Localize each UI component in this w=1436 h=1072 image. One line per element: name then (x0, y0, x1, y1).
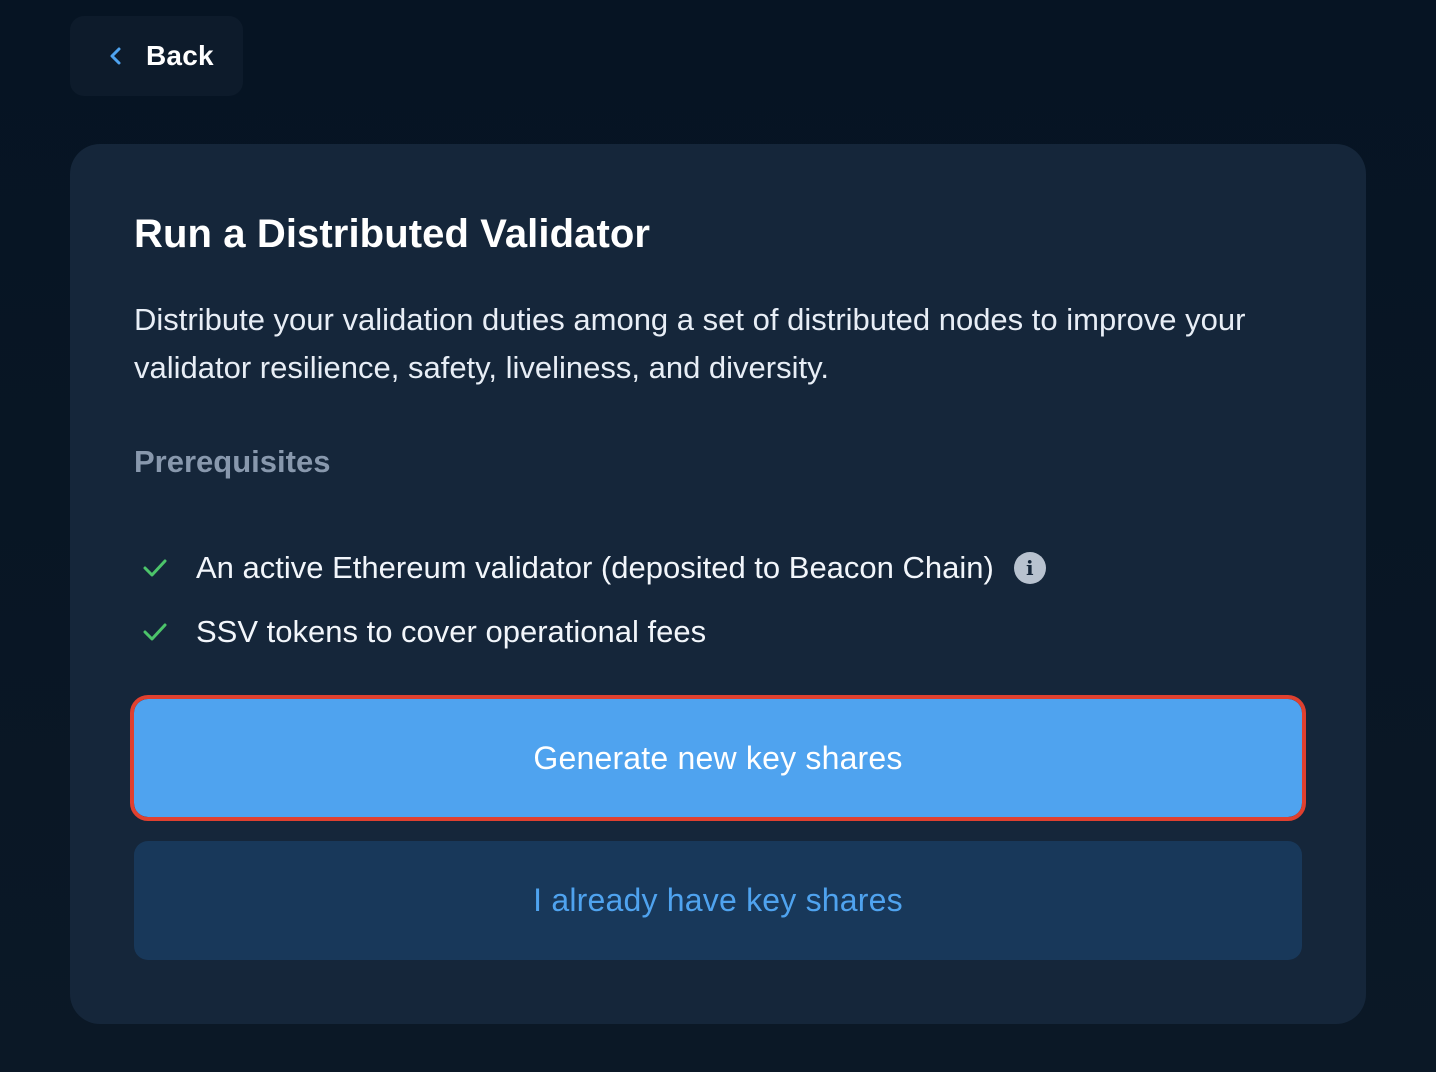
generate-key-shares-button[interactable]: Generate new key shares (130, 695, 1306, 821)
chevron-left-icon (106, 46, 126, 66)
prerequisite-item: SSV tokens to cover operational fees (140, 600, 1046, 664)
generate-key-shares-label: Generate new key shares (533, 739, 903, 776)
prerequisite-text: An active Ethereum validator (deposited … (196, 550, 994, 585)
prerequisite-item: An active Ethereum validator (deposited … (140, 536, 1046, 600)
info-icon[interactable]: i (1013, 552, 1046, 584)
existing-key-shares-label: I already have key shares (533, 882, 903, 918)
back-button-label: Back (146, 40, 214, 71)
distributed-validator-card: Run a Distributed Validator Distribute y… (70, 144, 1366, 1024)
check-icon (140, 617, 170, 647)
prerequisites-heading: Prerequisites (134, 444, 331, 479)
prerequisite-text: SSV tokens to cover operational fees (196, 614, 707, 649)
back-button[interactable]: Back (70, 16, 243, 96)
prerequisites-list: An active Ethereum validator (deposited … (140, 536, 1046, 664)
check-icon (140, 553, 170, 583)
card-title: Run a Distributed Validator (134, 212, 651, 256)
page: Back Run a Distributed Validator Distrib… (0, 0, 1436, 1072)
existing-key-shares-button[interactable]: I already have key shares (134, 841, 1302, 960)
card-description: Distribute your validation duties among … (134, 302, 1246, 385)
